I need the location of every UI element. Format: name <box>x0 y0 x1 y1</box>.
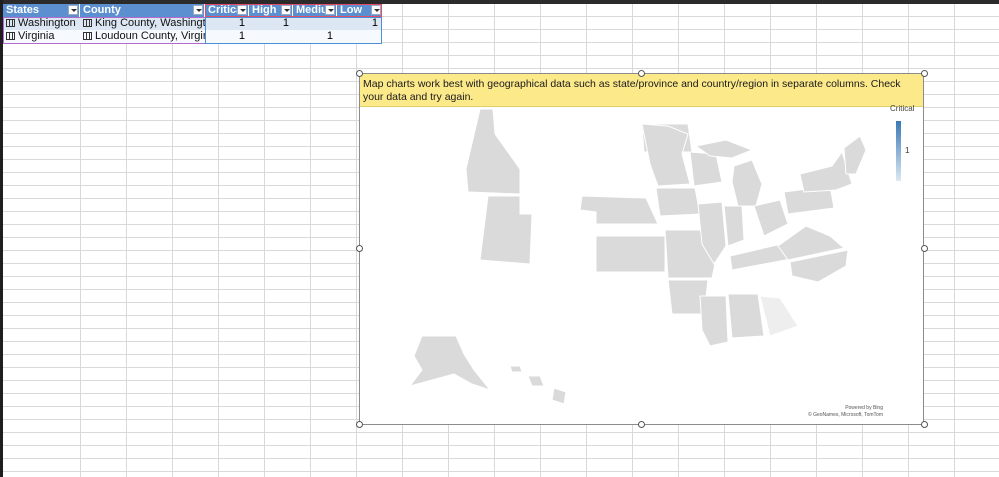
state-nebraska <box>579 195 659 225</box>
state-ohio <box>753 199 789 237</box>
header-label: High <box>252 4 277 16</box>
header-medium[interactable]: Mediu <box>293 4 337 17</box>
state-hawaii <box>509 365 523 373</box>
state-minnesota <box>641 123 691 187</box>
state-hawaii <box>527 375 545 387</box>
state-mississippi <box>699 295 729 347</box>
map-chart[interactable]: Map charts work best with geographical d… <box>359 73 924 425</box>
state-idaho <box>465 108 521 195</box>
resize-handle-bottom[interactable] <box>638 421 645 428</box>
cell-high[interactable] <box>249 30 293 43</box>
geography-icon[interactable] <box>83 32 92 40</box>
legend-value: 1 <box>905 146 910 155</box>
cell-county[interactable]: King County, Washington <box>80 17 205 30</box>
header-label: States <box>6 4 40 16</box>
cell-medium[interactable] <box>293 17 337 30</box>
resize-handle-bottom-right[interactable] <box>921 421 928 428</box>
resize-handle-right[interactable] <box>921 245 928 252</box>
resize-handle-left[interactable] <box>356 245 363 252</box>
attribution-bing: Powered by Bing <box>845 405 883 411</box>
resize-handle-top-left[interactable] <box>356 70 363 77</box>
legend-color-scale <box>896 121 901 181</box>
filter-dropdown-icon[interactable] <box>237 5 247 15</box>
cell-medium[interactable]: 1 <box>293 30 337 43</box>
geography-icon[interactable] <box>83 19 92 27</box>
cell-text: Loudoun County, Virginia <box>95 30 205 42</box>
cell-county[interactable]: Loudoun County, Virginia <box>80 30 205 43</box>
state-michigan-lower <box>731 159 763 207</box>
cell-state[interactable]: Virginia <box>3 30 80 43</box>
state-new-england <box>843 135 867 175</box>
geography-icon[interactable] <box>6 32 15 40</box>
resize-handle-top-right[interactable] <box>921 70 928 77</box>
filter-dropdown-icon[interactable] <box>193 5 203 15</box>
header-states[interactable]: States <box>3 4 80 17</box>
state-georgia <box>759 295 799 337</box>
us-map <box>408 108 867 405</box>
cell-low[interactable]: 1 <box>337 17 382 30</box>
cell-critical[interactable]: 1 <box>205 30 249 43</box>
row-header-strip <box>0 0 3 477</box>
state-new-york <box>799 150 853 193</box>
header-label: Low <box>340 4 362 16</box>
filter-dropdown-icon[interactable] <box>68 5 78 15</box>
state-indiana <box>723 205 745 247</box>
map-warning-banner: Map charts work best with geographical d… <box>360 74 923 107</box>
attribution-sources: © GeoNames, Microsoft, TomTom <box>808 412 883 418</box>
header-label: County <box>83 4 121 16</box>
state-kansas <box>595 235 666 273</box>
cell-high[interactable]: 1 <box>249 17 293 30</box>
state-hawaii <box>551 387 567 405</box>
cell-text: Washington <box>18 17 76 29</box>
filter-dropdown-icon[interactable] <box>325 5 335 15</box>
cell-state[interactable]: Washington <box>3 17 80 30</box>
header-low[interactable]: Low <box>337 4 382 17</box>
legend-title: Critical <box>890 104 915 113</box>
header-critical[interactable]: Critical <box>205 4 249 17</box>
header-county[interactable]: County <box>80 4 205 17</box>
filter-dropdown-icon[interactable] <box>371 5 381 15</box>
cell-text: King County, Washington <box>95 17 205 29</box>
filter-dropdown-icon[interactable] <box>281 5 291 15</box>
header-high[interactable]: High <box>249 4 293 17</box>
state-alaska <box>408 335 492 392</box>
resize-handle-bottom-left[interactable] <box>356 421 363 428</box>
state-iowa <box>655 187 701 217</box>
state-utah <box>479 195 533 265</box>
map-attribution: Powered by Bing © GeoNames, Microsoft, T… <box>808 405 883 419</box>
cell-critical[interactable]: 1 <box>205 17 249 30</box>
header-label: Mediu <box>296 4 328 16</box>
cell-low[interactable] <box>337 30 382 43</box>
cell-text: Virginia <box>18 30 55 42</box>
state-alabama <box>727 293 765 339</box>
resize-handle-top[interactable] <box>638 70 645 77</box>
geography-icon[interactable] <box>6 19 15 27</box>
